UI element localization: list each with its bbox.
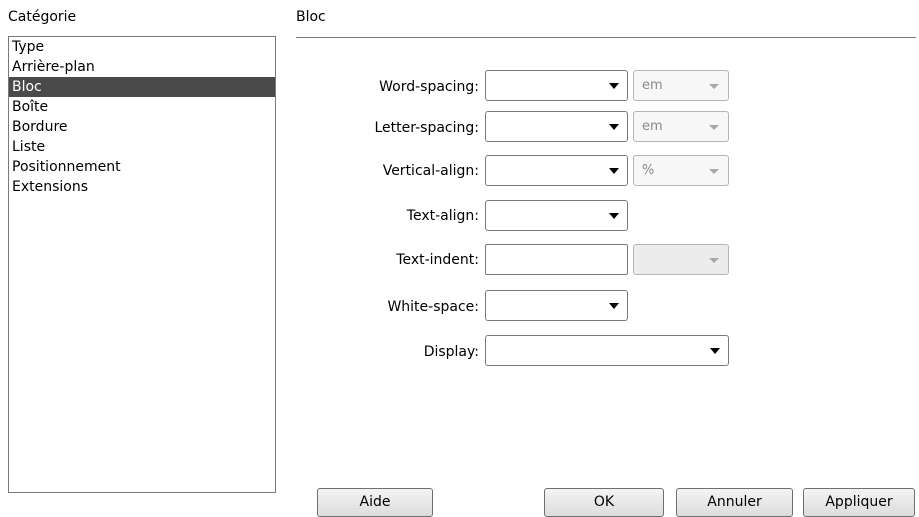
text-indent-input[interactable] [485,244,628,275]
chevron-down-icon [609,213,619,219]
letter-spacing-unit: em [642,119,663,134]
chevron-down-icon [609,303,619,309]
display-select[interactable] [485,335,729,366]
apply-button[interactable]: Appliquer [803,488,915,517]
vertical-align-unit: % [642,163,655,178]
section-title: Bloc [296,9,326,25]
text-indent-label: Text-indent: [396,252,479,268]
vertical-align-unit-select[interactable]: % [633,155,729,186]
chevron-down-icon [709,125,719,130]
display-label: Display: [423,344,479,360]
white-space-label: White-space: [387,299,479,315]
word-spacing-label: Word-spacing: [379,79,479,95]
letter-spacing-select[interactable] [485,111,628,142]
word-spacing-select[interactable] [485,70,628,101]
help-button[interactable]: Aide [317,488,433,517]
word-spacing-unit-select[interactable]: em [633,70,729,101]
category-item-block[interactable]: Bloc [9,77,275,97]
chevron-down-icon [609,124,619,130]
vertical-align-label: Vertical-align: [382,163,479,179]
category-item-border[interactable]: Bordure [9,117,275,137]
text-align-label: Text-align: [406,208,479,224]
letter-spacing-label: Letter-spacing: [374,120,480,136]
category-item-list[interactable]: Liste [9,137,275,157]
category-item-extensions[interactable]: Extensions [9,177,275,197]
category-label: Catégorie [8,9,77,25]
category-item-background[interactable]: Arrière-plan [9,57,275,77]
text-align-select[interactable] [485,200,628,231]
chevron-down-icon [709,84,719,89]
vertical-align-select[interactable] [485,155,628,186]
chevron-down-icon [709,169,719,174]
ok-button[interactable]: OK [544,488,664,517]
chevron-down-icon [709,258,719,263]
cancel-button[interactable]: Annuler [676,488,793,517]
section-divider [296,37,916,38]
chevron-down-icon [609,168,619,174]
category-item-positioning[interactable]: Positionnement [9,157,275,177]
chevron-down-icon [710,348,720,354]
word-spacing-unit: em [642,78,663,93]
category-item-type[interactable]: Type [9,37,275,57]
letter-spacing-unit-select[interactable]: em [633,111,729,142]
white-space-select[interactable] [485,290,628,321]
chevron-down-icon [609,83,619,89]
category-list[interactable]: Type Arrière-plan Bloc Boîte Bordure Lis… [8,36,276,493]
text-indent-unit-select[interactable] [633,244,729,275]
category-item-box[interactable]: Boîte [9,97,275,117]
